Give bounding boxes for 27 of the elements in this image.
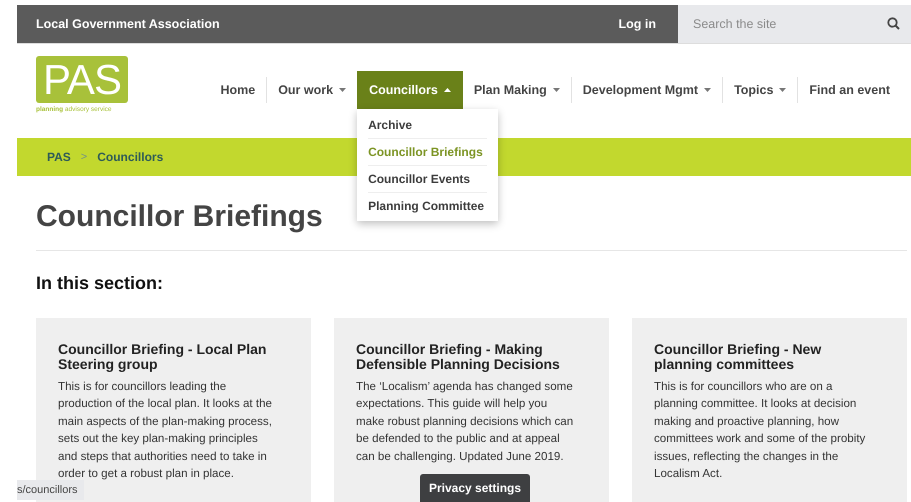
nav-item[interactable]: Topics — [723, 71, 798, 109]
breadcrumb-separator: > — [80, 151, 88, 163]
organization-name: Local Government Association — [36, 17, 221, 31]
nav-item[interactable]: Our work — [267, 71, 358, 109]
menu-item[interactable]: Councillor Events — [368, 165, 488, 192]
nav-item[interactable]: Find an event — [798, 71, 901, 109]
section-heading: In this section: — [36, 273, 164, 294]
menu-item[interactable]: Archive — [368, 112, 488, 138]
card-text: The ‘Localism’ agenda has changed some expectations. This guide will help you make robust planning decisions which can be defended to the public and at appeal can be challenging. Updated June 2019. — [356, 379, 574, 465]
briefing-card[interactable] — [334, 318, 609, 502]
card-title: Councillor Briefing - Making Defensible Planning Decisions — [356, 342, 561, 372]
breadcrumb-link[interactable]: Councillors — [97, 150, 164, 164]
nav-item[interactable]: Plan Making — [462, 71, 571, 109]
search-icon[interactable] — [887, 17, 900, 30]
card-title: Councillor Briefing - Local Plan Steering group — [58, 342, 268, 372]
menu-item[interactable]: Planning Committee — [368, 192, 488, 219]
privacy-settings-button[interactable]: Privacy settings — [420, 474, 530, 502]
nav-item[interactable]: Home — [209, 71, 266, 109]
breadcrumb-link[interactable]: PAS — [47, 150, 71, 164]
card-title: Councillor Briefing - New planning committees — [654, 342, 822, 372]
search-field[interactable]: Search the site — [678, 5, 911, 43]
card-text: This is for councillors leading the production of the local plan. It looks at the main aspects of the plan-making process, sets out the key plan-making principles and steps that authorities need to take in order to get a robust plan in place. — [58, 379, 273, 482]
nav-item[interactable]: Councillors — [357, 71, 463, 109]
nav-item[interactable]: Development Mgmt — [572, 71, 722, 109]
status-url: s/councillors — [17, 480, 84, 500]
login-link[interactable]: Log in — [596, 17, 678, 31]
card-text: This is for councillors who are on a planning committee. It looks at decision making and proactive planning, how committees work and some of the probity issues, reflecting the changes in the Localism Act. — [654, 379, 866, 482]
